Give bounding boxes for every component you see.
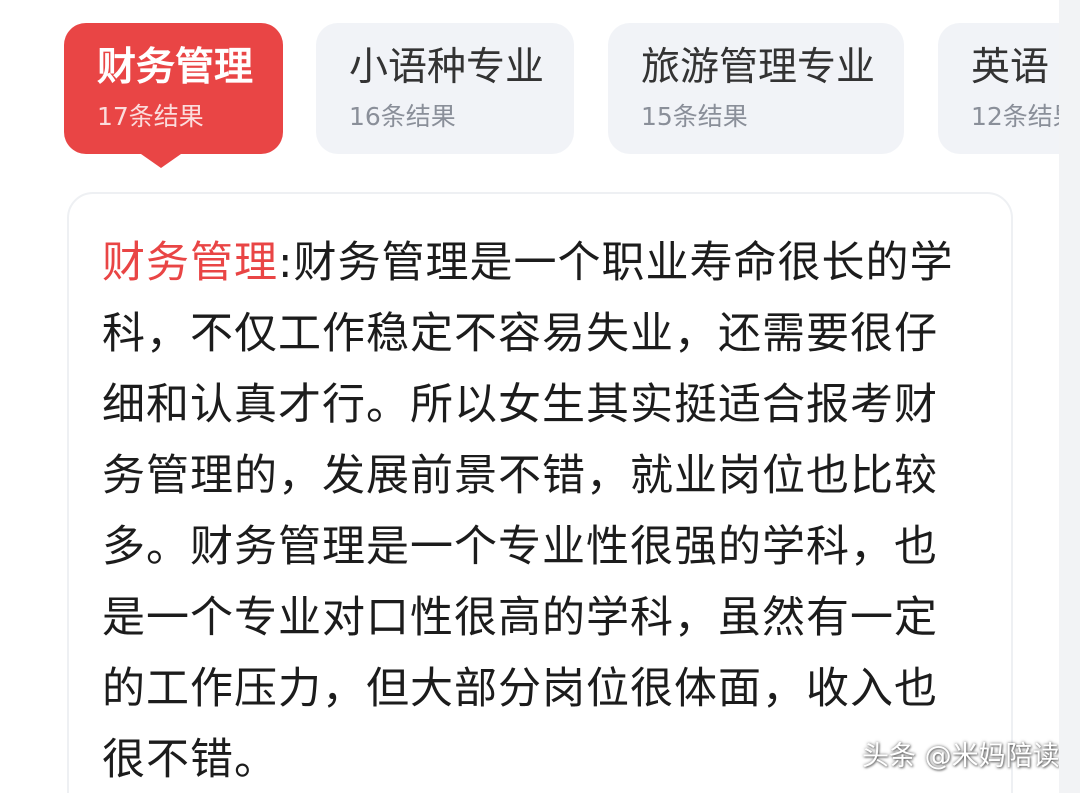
tab-count: 16条结果 [349, 102, 456, 131]
tab-name: 小语种专业 [349, 45, 545, 90]
tab-english[interactable]: 英语 12条结果 [938, 23, 1059, 154]
major-description-text: :财务管理是一个职业寿命很长的学科，不仅工作稳定不容易失业，还需要很仔细和认真才… [102, 238, 954, 785]
tab-finance-management[interactable]: 财务管理 17条结果 [64, 23, 283, 154]
active-tab-pointer [141, 154, 181, 168]
tab-count: 12条结果 [971, 102, 1059, 131]
tab-count: 15条结果 [641, 102, 748, 131]
major-title: 财务管理 [102, 238, 278, 288]
tab-count: 17条结果 [97, 102, 204, 131]
tab-name: 财务管理 [97, 45, 254, 90]
major-description: 财务管理:财务管理是一个职业寿命很长的学科，不仅工作稳定不容易失业，还需要很仔细… [102, 228, 962, 793]
tab-name: 旅游管理专业 [641, 45, 876, 90]
watermark: 头条 @米妈陪读 [862, 741, 1059, 772]
tab-tourism-management[interactable]: 旅游管理专业 15条结果 [608, 23, 904, 154]
tab-minor-languages[interactable]: 小语种专业 16条结果 [316, 23, 574, 154]
scroll-edge [1059, 0, 1080, 793]
category-tabs: 财务管理 17条结果 小语种专业 16条结果 旅游管理专业 15条结果 英语 1… [0, 0, 1059, 180]
page: 财务管理 17条结果 小语种专业 16条结果 旅游管理专业 15条结果 英语 1… [0, 0, 1059, 793]
tab-name: 英语 [971, 45, 1050, 90]
